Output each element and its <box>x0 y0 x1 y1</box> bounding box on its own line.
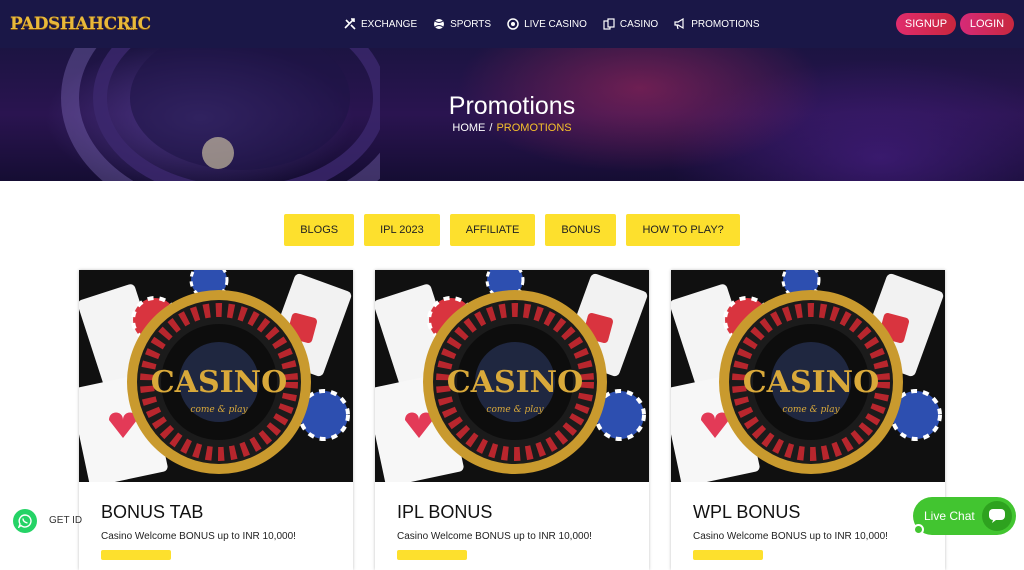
signup-button[interactable]: SIGNUP <box>896 13 956 35</box>
whatsapp-label[interactable]: GET ID <box>49 515 82 526</box>
top-navbar: PADSHAHCRIC .net EXCHANGE SPORTS LIVE CA… <box>0 0 1024 48</box>
online-status-dot <box>913 524 924 535</box>
nav-exchange[interactable]: EXCHANGE <box>344 18 417 30</box>
casino-promo-image: CASINO come & play <box>79 270 353 482</box>
page-banner: Promotions HOME / PROMOTIONS <box>0 48 1024 181</box>
casino-promo-image: CASINO come & play <box>375 270 649 482</box>
card-image-text: CASINO <box>447 365 583 400</box>
logo-subtext: .net <box>124 26 135 32</box>
category-filters: BLOGS IPL 2023 AFFILIATE BONUS HOW TO PL… <box>0 214 1024 246</box>
card-description: Casino Welcome BONUS up to INR 10,000! <box>693 531 888 542</box>
card-image-text: CASINO <box>743 365 879 400</box>
nav-promotions-label: PROMOTIONS <box>691 18 760 30</box>
card-description: Casino Welcome BONUS up to INR 10,000! <box>101 531 296 542</box>
filter-bonus-button[interactable]: BONUS <box>545 214 617 246</box>
card-image-subtext: come & play <box>190 405 248 415</box>
nav-live-casino-label: LIVE CASINO <box>524 18 587 30</box>
casino-promo-image: CASINO come & play <box>671 270 945 482</box>
main-nav: EXCHANGE SPORTS LIVE CASINO CASINO PROMO… <box>344 0 776 48</box>
page-title: Promotions <box>448 92 576 120</box>
casino-chip-icon <box>507 18 519 30</box>
nav-exchange-label: EXCHANGE <box>361 18 418 30</box>
card-action-button[interactable] <box>693 550 763 560</box>
live-chat-button[interactable]: Live Chat <box>913 497 1016 535</box>
megaphone-icon <box>674 18 684 30</box>
filter-ipl-2023-button[interactable]: IPL 2023 <box>364 214 440 246</box>
exchange-icon <box>344 18 356 30</box>
card-action-button[interactable] <box>397 550 467 560</box>
nav-promotions[interactable]: PROMOTIONS <box>674 18 760 30</box>
card-title: WPL BONUS <box>693 502 801 522</box>
promo-card[interactable]: CASINO come & play IPL BONUS Casino Welc… <box>375 270 649 570</box>
filter-how-to-play-button[interactable]: HOW TO PLAY? <box>626 214 740 246</box>
cards-icon <box>603 18 615 30</box>
breadcrumb-current: PROMOTIONS <box>496 122 572 134</box>
nav-sports-label: SPORTS <box>450 18 492 30</box>
live-chat-label: Live Chat <box>924 509 975 523</box>
filter-blogs-button[interactable]: BLOGS <box>284 214 355 246</box>
whatsapp-button[interactable] <box>13 509 37 533</box>
breadcrumb-separator: / <box>489 122 493 134</box>
nav-casino-label: CASINO <box>619 18 659 30</box>
promo-card[interactable]: CASINO come & play BONUS TAB Casino Welc… <box>79 270 353 570</box>
card-image-subtext: come & play <box>486 405 544 415</box>
site-logo[interactable]: PADSHAHCRIC <box>10 6 151 42</box>
filter-affiliate-button[interactable]: AFFILIATE <box>449 214 536 246</box>
chat-bubble-icon <box>982 501 1012 531</box>
sports-ball-icon <box>434 19 445 29</box>
login-button[interactable]: LOGIN <box>960 13 1014 35</box>
card-title: BONUS TAB <box>101 502 204 522</box>
promo-card[interactable]: CASINO come & play WPL BONUS Casino Welc… <box>671 270 945 570</box>
nav-casino[interactable]: CASINO <box>603 18 658 30</box>
whatsapp-icon <box>18 514 32 528</box>
card-image-subtext: come & play <box>782 405 840 415</box>
nav-sports[interactable]: SPORTS <box>433 18 491 30</box>
breadcrumb: HOME / PROMOTIONS <box>0 122 1024 134</box>
card-title: IPL BONUS <box>397 502 493 522</box>
nav-live-casino[interactable]: LIVE CASINO <box>507 18 587 30</box>
card-action-button[interactable] <box>101 550 171 560</box>
card-description: Casino Welcome BONUS up to INR 10,000! <box>397 531 592 542</box>
breadcrumb-home[interactable]: HOME <box>452 122 485 134</box>
card-image-text: CASINO <box>151 365 287 400</box>
